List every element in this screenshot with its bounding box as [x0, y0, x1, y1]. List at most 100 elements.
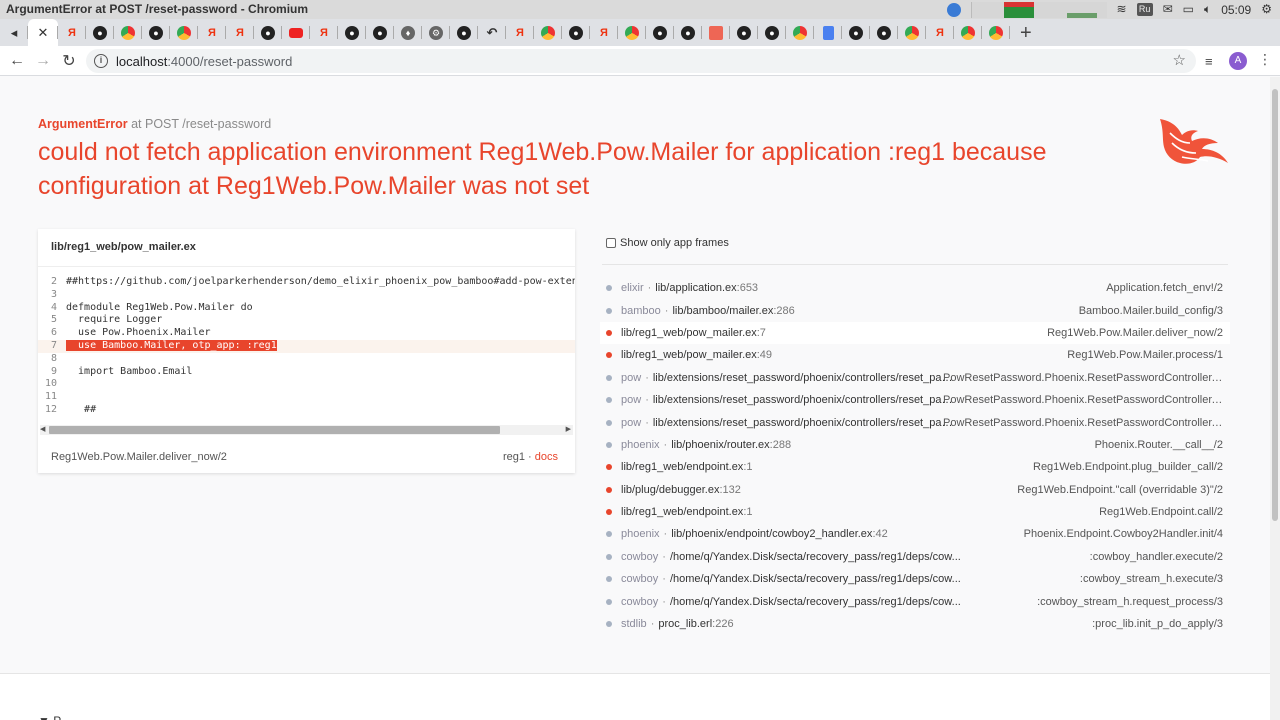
docs-icon [822, 25, 834, 40]
code-text: use Bamboo.Mailer, otp_app: :reg1 [66, 339, 277, 351]
frame-function: Reg1Web.Endpoint."call (overridable 3)"/… [1017, 483, 1223, 496]
tab-25[interactable] [702, 19, 730, 46]
scroll-right-arrow-icon[interactable]: ▶ [566, 425, 571, 433]
window-title: ArgumentError at POST /reset-password - … [6, 2, 309, 16]
stack-frame[interactable]: lib/reg1_web/pow_mailer.ex:49 Reg1Web.Pow… [600, 344, 1230, 366]
keyboard-layout-indicator[interactable]: Ru [1136, 3, 1153, 16]
scroll-left-arrow-icon[interactable]: ◀ [40, 425, 45, 433]
line-number: 9 [50, 365, 57, 377]
tab-10[interactable] [282, 19, 310, 46]
stack-frame[interactable]: cowboy ·/home/q/Yandex.Disk/secta/recover… [600, 568, 1230, 590]
tab-7[interactable]: Я [198, 19, 226, 46]
tab-5[interactable]: ● [142, 19, 170, 46]
back-button[interactable]: ← [4, 52, 30, 70]
tab-9[interactable]: ● [254, 19, 282, 46]
tab-6[interactable] [170, 19, 198, 46]
stack-frame[interactable]: lib/plug/debugger.ex:132 Reg1Web.Endpoint… [600, 479, 1230, 501]
frame-function: :cowboy_handler.execute/2 [1089, 550, 1223, 563]
url-host: localhost [116, 53, 168, 69]
stack-frame[interactable]: cowboy ·/home/q/Yandex.Disk/secta/recover… [600, 546, 1230, 568]
tab-23[interactable]: ● [646, 19, 674, 46]
stack-frame[interactable]: cowboy ·/home/q/Yandex.Disk/secta/recover… [600, 590, 1230, 612]
show-app-frames-toggle[interactable]: Show only app frames [606, 237, 729, 249]
frame-file: lib/reg1_web/pow_mailer.ex:49 [621, 349, 773, 362]
frame-lib: cowboy [621, 550, 659, 563]
tab-14[interactable]: ♦ [394, 19, 422, 46]
frame-file: lib/reg1_web/pow_mailer.ex:7 [621, 326, 766, 339]
stack-frame[interactable]: elixir · lib/application.ex:653 Application… [600, 277, 1230, 299]
tab-24[interactable]: ● [674, 19, 702, 46]
profile-avatar[interactable]: A [1229, 52, 1247, 70]
stack-frame[interactable]: phoenix · lib/phoenix/endpoint/cowboy2_han… [600, 523, 1230, 545]
volume-icon[interactable]: 🔈︎ [1204, 3, 1211, 16]
stack-frame[interactable]: pow · lib/extensions/reset_password/phoeni… [600, 411, 1230, 433]
frame-file: lib/extensions/reset_password/phoenix/co… [652, 416, 953, 429]
tab-11[interactable]: Я [310, 19, 338, 46]
tab-3[interactable]: ● [86, 19, 114, 46]
tab-31[interactable]: ● [870, 19, 898, 46]
app-indicator-icon[interactable] [946, 2, 961, 17]
stack-frame[interactable]: pow · lib/extensions/reset_password/phoeni… [600, 367, 1230, 389]
mix-icon: ♦ [401, 25, 415, 40]
tab-27[interactable]: ● [758, 19, 786, 46]
tab-13[interactable]: ● [366, 19, 394, 46]
docs-link[interactable]: docs [535, 451, 558, 463]
frame-function: Phoenix.Router.__call__/2 [1094, 438, 1223, 451]
show-app-frames-checkbox[interactable] [606, 238, 616, 248]
code-line: 10 [38, 378, 575, 391]
tab-0[interactable]: ◂ [0, 19, 28, 46]
tab-4[interactable] [114, 19, 142, 46]
tab-17[interactable]: ↶ [478, 19, 506, 46]
new-tab-button[interactable]: + [1020, 23, 1032, 43]
battery-icon[interactable]: ▭ [1183, 3, 1194, 16]
address-bar[interactable]: i localhost:4000/reset-password ☆ [86, 49, 1196, 73]
tab-26[interactable]: ● [730, 19, 758, 46]
tab-15[interactable]: ⚙ [422, 19, 450, 46]
system-monitor-graph[interactable] [970, 1, 1107, 18]
tab-8[interactable]: Я [226, 19, 254, 46]
tab-19[interactable] [534, 19, 562, 46]
stack-frame[interactable]: lib/reg1_web/endpoint.ex:1 Reg1Web.Endpoi… [600, 501, 1230, 523]
tab-21[interactable]: Я [590, 19, 618, 46]
frame-file: lib/reg1_web/endpoint.ex:1 [621, 461, 753, 474]
mail-icon[interactable]: ✉ [1163, 3, 1173, 16]
tab-16[interactable]: ● [450, 19, 478, 46]
tab-29[interactable] [814, 19, 842, 46]
page-scrollbar[interactable] [1270, 77, 1280, 720]
tab-close-icon[interactable]: ✕ [28, 19, 58, 46]
wifi-icon[interactable]: ≋ [1117, 3, 1127, 16]
chrome-icon [177, 25, 191, 40]
tab-22[interactable] [618, 19, 646, 46]
chrome-icon [989, 25, 1003, 40]
tab-30[interactable]: ● [842, 19, 870, 46]
tab-12[interactable]: ● [338, 19, 366, 46]
tab-2[interactable]: Я [58, 19, 86, 46]
tab-18[interactable]: Я [506, 19, 534, 46]
menu-kebab-icon[interactable]: ⋮ [1258, 51, 1272, 68]
clock[interactable]: 05:09 [1221, 3, 1251, 17]
site-info-icon[interactable]: i [94, 54, 108, 68]
tab-28[interactable] [786, 19, 814, 46]
stack-frame[interactable]: bamboo · lib/bamboo/mailer.ex:286 Bamboo.Ma… [600, 299, 1230, 321]
frame-function: :cowboy_stream_h.request_process/3 [1037, 595, 1223, 608]
tab-34[interactable] [954, 19, 982, 46]
code-line: 2 ##https://github.com/joelparkerhenderso… [38, 276, 575, 289]
github-icon: ● [457, 25, 471, 40]
reload-button[interactable]: ↻ [56, 51, 82, 71]
bookmark-star-icon[interactable]: ☆ [1173, 51, 1186, 69]
stack-frame[interactable]: stdlib · proc_lib.erl:226:proc_lib.init_p_… [600, 613, 1230, 635]
tab-20[interactable]: ● [562, 19, 590, 46]
tab-32[interactable] [898, 19, 926, 46]
code-horizontal-scrollbar[interactable]: ◀ ▶ [40, 425, 573, 435]
stack-frame[interactable]: pow · lib/extensions/reset_password/phoeni… [600, 389, 1230, 411]
reading-list-icon[interactable]: ≡ [1205, 54, 1213, 69]
forward-button[interactable]: → [30, 52, 56, 70]
settings-icon[interactable]: ⚙ [1261, 3, 1272, 16]
tab-35[interactable] [982, 19, 1010, 46]
code-line: 4 defmodule Reg1Web.Pow.Mailer do [38, 302, 575, 315]
stack-frame[interactable]: lib/reg1_web/pow_mailer.ex:7 Reg1Web.Pow.… [600, 321, 1230, 345]
stack-frame[interactable]: lib/reg1_web/endpoint.ex:1 Reg1Web.Endpoi… [600, 456, 1230, 478]
stack-frame[interactable]: phoenix · lib/phoenix/router.ex:288 Phoenix… [600, 434, 1230, 456]
tab-33[interactable]: Я [926, 19, 954, 46]
